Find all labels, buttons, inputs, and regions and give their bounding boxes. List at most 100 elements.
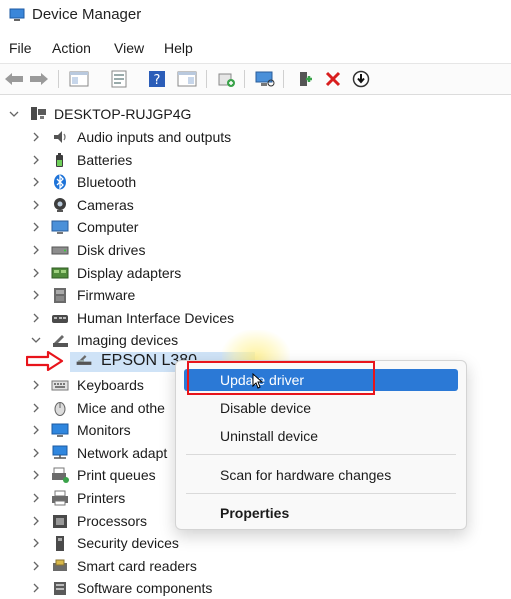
tree-category-label: Mice and othe <box>77 399 165 416</box>
tree-category[interactable]: Bluetooth <box>0 171 511 193</box>
tree-category[interactable]: Batteries <box>0 149 511 171</box>
hid-icon <box>51 310 69 326</box>
properties-menu-item[interactable]: Properties <box>220 505 289 521</box>
tree-category[interactable]: Smart card readers <box>0 555 511 577</box>
tree-category-label: Display adapters <box>77 264 182 281</box>
tree-category-label: Processors <box>77 512 148 529</box>
chevron-right-icon[interactable] <box>31 380 41 390</box>
security-device-icon <box>51 535 69 552</box>
back-arrow-icon[interactable] <box>3 69 25 89</box>
chevron-right-icon[interactable] <box>31 177 41 187</box>
chevron-right-icon[interactable] <box>31 132 41 142</box>
update-driver-icon[interactable] <box>216 69 238 89</box>
window-title: Device Manager <box>32 6 142 23</box>
tree-category[interactable]: Firmware <box>0 284 511 306</box>
chevron-right-icon[interactable] <box>31 425 41 435</box>
chevron-right-icon[interactable] <box>31 561 41 571</box>
menu-action[interactable]: Action <box>52 40 91 56</box>
chevron-down-icon[interactable] <box>31 335 41 345</box>
chevron-right-icon[interactable] <box>31 538 41 548</box>
chevron-down-icon[interactable] <box>9 109 19 119</box>
tree-category-label: Bluetooth <box>77 174 137 191</box>
chevron-right-icon[interactable] <box>31 448 41 458</box>
chevron-right-icon[interactable] <box>31 290 41 300</box>
tree-category-label: Security devices <box>77 535 179 552</box>
uninstall-device-icon[interactable] <box>322 69 344 89</box>
show-hide-console-tree-icon[interactable] <box>68 69 90 89</box>
printer-icon <box>51 490 69 506</box>
tree-root[interactable]: DESKTOP-RUJGP4G <box>0 103 511 125</box>
network-adapter-icon <box>51 445 69 461</box>
bluetooth-icon <box>51 174 69 190</box>
tree-category-label: Keyboards <box>77 377 144 393</box>
properties-icon[interactable] <box>108 69 130 89</box>
software-component-icon <box>51 580 69 596</box>
mouse-icon <box>51 400 69 416</box>
tree-category-label: Cameras <box>77 196 134 213</box>
context-menu-separator <box>186 454 456 455</box>
disable-device-icon[interactable] <box>350 69 372 89</box>
chevron-right-icon[interactable] <box>31 403 41 413</box>
firmware-icon <box>51 287 69 304</box>
chevron-right-icon[interactable] <box>31 222 41 232</box>
toolbar-separator <box>58 70 59 88</box>
tree-category-label: Firmware <box>77 287 136 304</box>
chevron-right-icon[interactable] <box>31 516 41 526</box>
svg-text:?: ? <box>154 73 161 88</box>
uninstall-device-menu-item[interactable]: Uninstall device <box>220 428 318 444</box>
disk-drive-icon <box>51 242 69 258</box>
tree-category-label: Monitors <box>77 422 131 439</box>
scanner-icon <box>75 352 93 368</box>
tree-category-label: Smart card readers <box>77 557 197 574</box>
tree-category-label: Print queues <box>77 467 156 484</box>
tree-category-label: Computer <box>77 219 139 236</box>
menu-bar: File Action View Help <box>0 37 511 59</box>
chevron-right-icon[interactable] <box>31 313 41 323</box>
chevron-right-icon[interactable] <box>31 155 41 165</box>
enable-device-icon[interactable] <box>294 69 316 89</box>
toolbar: ? <box>0 63 511 95</box>
tree-category[interactable]: Computer <box>0 216 511 238</box>
tree-category-label: Imaging devices <box>77 332 179 349</box>
red-box-annotation <box>187 361 375 395</box>
tree-category[interactable]: Disk drives <box>0 239 511 261</box>
tree-category-label: Batteries <box>77 151 133 168</box>
print-queue-icon <box>51 467 69 484</box>
tree-category[interactable]: Audio inputs and outputs <box>0 126 511 148</box>
camera-icon <box>51 197 69 213</box>
computer-icon <box>51 219 69 235</box>
chevron-right-icon[interactable] <box>31 493 41 503</box>
computer-icon <box>29 106 47 122</box>
tree-category[interactable]: Security devices <box>0 532 511 554</box>
tree-category[interactable]: Display adapters <box>0 262 511 284</box>
help-icon[interactable]: ? <box>146 69 168 89</box>
menu-file[interactable]: File <box>9 40 32 56</box>
disable-device-menu-item[interactable]: Disable device <box>220 400 311 416</box>
action-pane-icon[interactable] <box>176 69 198 89</box>
chevron-right-icon[interactable] <box>31 470 41 480</box>
chevron-right-icon[interactable] <box>31 245 41 255</box>
context-menu-separator <box>186 493 456 494</box>
scan-hardware-menu-item[interactable]: Scan for hardware changes <box>220 467 391 483</box>
tree-category-label: Human Interface Devices <box>77 309 235 326</box>
tree-category-label: Disk drives <box>77 242 146 258</box>
scan-hardware-icon[interactable] <box>254 69 276 89</box>
computer-name: DESKTOP-RUJGP4G <box>54 106 192 122</box>
chevron-right-icon[interactable] <box>31 268 41 278</box>
toolbar-separator <box>283 70 284 88</box>
processor-icon <box>51 513 69 529</box>
menu-view[interactable]: View <box>114 40 144 56</box>
menu-help[interactable]: Help <box>164 40 193 56</box>
forward-arrow-icon[interactable] <box>28 69 50 89</box>
speaker-icon <box>51 129 69 145</box>
chevron-right-icon[interactable] <box>31 583 41 593</box>
chevron-right-icon[interactable] <box>31 200 41 210</box>
toolbar-separator <box>244 70 245 88</box>
device-manager-icon <box>9 8 25 22</box>
tree-category[interactable]: Cameras <box>0 194 511 216</box>
tree-category-label: Printers <box>77 490 126 506</box>
imaging-device-icon <box>51 332 69 348</box>
smart-card-reader-icon <box>51 558 69 574</box>
tree-category-label: Network adapt <box>77 444 168 461</box>
tree-category[interactable]: Human Interface Devices <box>0 307 511 329</box>
